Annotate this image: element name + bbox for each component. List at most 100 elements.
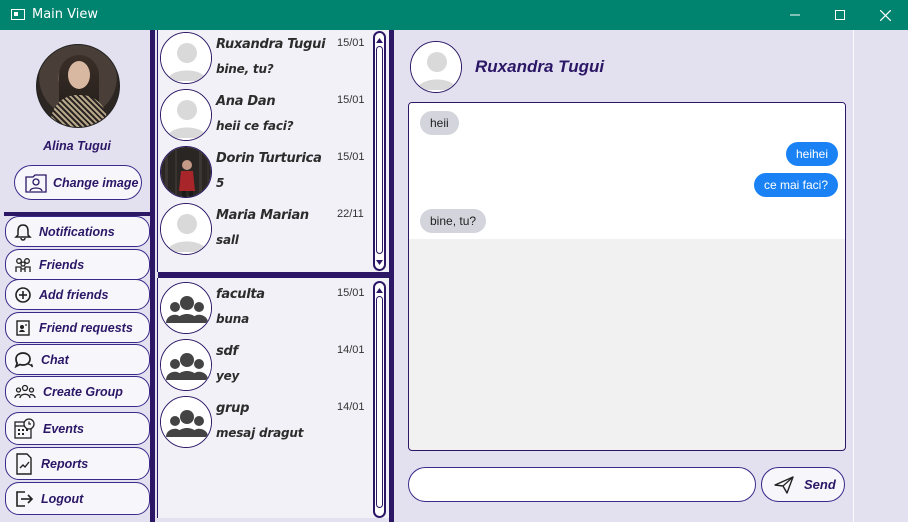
- nav-chat[interactable]: Chat: [5, 344, 150, 375]
- conversation-date: 15/01: [337, 94, 365, 106]
- outgoing-message: ce mai faci?: [753, 173, 838, 197]
- close-icon: [879, 9, 891, 21]
- right-vertical-divider: [389, 30, 394, 522]
- nav-friend-requests[interactable]: Friend requests: [5, 312, 150, 343]
- group-name: sdf: [216, 344, 238, 359]
- image-user-icon: [25, 173, 47, 193]
- nav-label: Friends: [39, 257, 85, 272]
- group-date: 15/01: [337, 287, 365, 299]
- conversation-last-message: bine, tu?: [216, 62, 274, 76]
- change-image-button[interactable]: Change image: [14, 165, 142, 200]
- conversation-last-message: heii ce faci?: [216, 119, 294, 133]
- close-button[interactable]: [862, 0, 908, 30]
- chevron-up-icon[interactable]: [375, 34, 384, 46]
- conversation-item[interactable]: Ana Dan heii ce faci? 15/01: [158, 88, 368, 145]
- right-edge: [853, 30, 854, 522]
- chat-contact-name: Ruxandra Tugui: [475, 57, 605, 76]
- send-button[interactable]: Send: [761, 467, 845, 502]
- maximize-button[interactable]: [817, 0, 863, 30]
- chevron-up-icon[interactable]: [375, 284, 384, 296]
- group-last-message: buna: [216, 312, 249, 326]
- group-avatar-icon: [160, 396, 212, 448]
- plus-circle-icon: [15, 286, 31, 303]
- chat-messages-panel[interactable]: heii heihei ce mai faci? bine, tu?: [408, 102, 846, 451]
- incoming-message: bine, tu?: [420, 209, 487, 233]
- calendar-clock-icon: [14, 417, 35, 439]
- conversation-item[interactable]: Dorin Turturica 5 15/01: [158, 145, 368, 202]
- conversation-last-message: 5: [216, 176, 225, 190]
- profile-panel: Alina Tugui Change image: [4, 30, 150, 210]
- profile-avatar: [36, 44, 120, 128]
- conversation-last-message: sall: [216, 233, 239, 247]
- group-date: 14/01: [337, 401, 365, 413]
- nav-label: Notifications: [39, 224, 115, 239]
- left-vertical-divider: [150, 30, 155, 522]
- group-list: faculta buna 15/01 sdf yey 14/01 grup me…: [157, 278, 389, 518]
- conversation-date: 15/01: [337, 151, 365, 163]
- nav-friends[interactable]: Friends: [5, 249, 150, 280]
- window-title: Main View: [32, 7, 99, 22]
- nav-label: Reports: [41, 456, 89, 471]
- nav-logout[interactable]: Logout: [5, 482, 150, 515]
- app-window-icon: [11, 9, 25, 20]
- group-last-message: mesaj dragut: [216, 426, 304, 440]
- title-bar: Main View: [0, 0, 908, 30]
- request-icon: [16, 319, 30, 336]
- nav-create-group[interactable]: Create Group: [5, 376, 150, 407]
- nav-add-friends[interactable]: Add friends: [5, 279, 150, 310]
- message-list: heii heihei ce mai faci? bine, tu?: [409, 103, 845, 239]
- chat-contact-avatar: [410, 41, 462, 93]
- nav-notifications[interactable]: Notifications: [5, 216, 150, 247]
- group-scrollbar[interactable]: [373, 281, 386, 518]
- group-item[interactable]: grup mesaj dragut 14/01: [158, 395, 368, 452]
- default-avatar-icon: [160, 89, 212, 141]
- outgoing-message: heihei: [785, 142, 838, 166]
- incoming-message: heii: [420, 111, 459, 135]
- conversation-scrollbar[interactable]: [373, 31, 386, 271]
- conversation-name: Ruxandra Tugui: [216, 37, 326, 52]
- nav-label: Friend requests: [39, 320, 133, 335]
- group-avatar-icon: [160, 339, 212, 391]
- conversation-name: Maria Marian: [216, 208, 309, 223]
- send-label: Send: [804, 477, 836, 492]
- group-name: grup: [216, 401, 250, 416]
- nav-label: Events: [43, 421, 84, 436]
- group-name: faculta: [216, 287, 265, 302]
- main-view: Alina Tugui Change image Notifications F…: [0, 30, 908, 522]
- minimize-icon: [790, 14, 800, 16]
- group-date: 14/01: [337, 344, 365, 356]
- nav-label: Logout: [41, 491, 84, 506]
- group-icon: [14, 384, 36, 398]
- chevron-down-icon[interactable]: [375, 256, 384, 268]
- change-image-label: Change image: [53, 175, 139, 190]
- nav-reports[interactable]: Reports: [5, 447, 150, 480]
- nav-events[interactable]: Events: [5, 412, 150, 445]
- group-item[interactable]: faculta buna 15/01: [158, 281, 368, 338]
- conversation-list: Ruxandra Tugui bine, tu? 15/01 Ana Dan h…: [157, 30, 389, 272]
- friends-icon: [15, 257, 31, 272]
- send-icon: [774, 475, 794, 494]
- scroll-thumb[interactable]: [376, 296, 383, 508]
- default-avatar-icon: [160, 203, 212, 255]
- minimize-button[interactable]: [772, 0, 818, 30]
- group-item[interactable]: sdf yey 14/01: [158, 338, 368, 395]
- conversation-name: Dorin Turturica: [216, 151, 322, 166]
- report-icon: [16, 452, 32, 475]
- logout-icon: [16, 490, 34, 507]
- default-avatar-icon: [160, 32, 212, 84]
- conversation-name: Ana Dan: [216, 94, 276, 109]
- nav-label: Add friends: [39, 287, 109, 302]
- conversation-item[interactable]: Ruxandra Tugui bine, tu? 15/01: [158, 31, 368, 88]
- maximize-icon: [835, 10, 845, 20]
- group-last-message: yey: [216, 369, 240, 383]
- conversation-date: 15/01: [337, 37, 365, 49]
- user-photo-avatar: [160, 146, 212, 198]
- nav-label: Chat: [41, 352, 69, 367]
- scroll-thumb[interactable]: [376, 46, 383, 254]
- default-avatar-icon: [411, 42, 461, 92]
- bell-icon: [14, 223, 32, 241]
- conversation-date: 22/11: [337, 208, 364, 220]
- message-input[interactable]: [408, 467, 756, 502]
- group-avatar-icon: [160, 282, 212, 334]
- conversation-item[interactable]: Maria Marian sall 22/11: [158, 202, 368, 259]
